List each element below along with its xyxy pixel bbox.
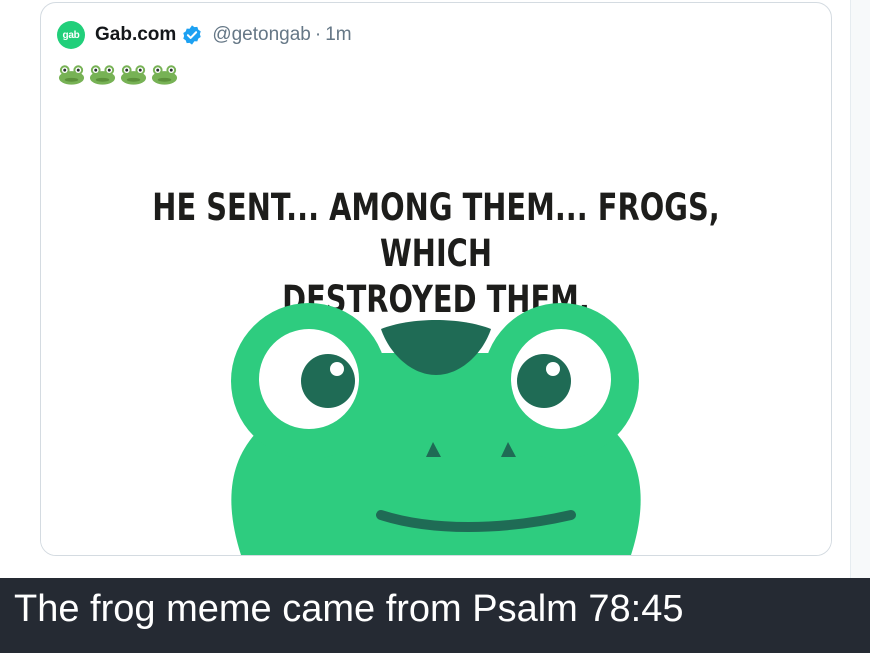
headline-line-1: HE SENT... AMONG THEM... FROGS, WHICH [152, 186, 720, 275]
display-name[interactable]: Gab.com [95, 24, 176, 46]
tweet-text-emojis [57, 63, 179, 85]
verified-badge-icon [183, 25, 202, 45]
user-handle[interactable]: @getongab [212, 24, 311, 46]
frog-emoji-icon [89, 65, 116, 85]
tweet-header: gab Gab.com @getongab · 1m [57, 21, 352, 49]
frog-emoji-icon [120, 65, 147, 85]
frog-emoji-icon [151, 65, 178, 85]
caption-bar: The frog meme came from Psalm 78:45 [0, 578, 870, 653]
tweet-card[interactable]: gab Gab.com @getongab · 1m HE SENT... AM… [40, 2, 832, 556]
frog-emoji-icon [58, 65, 85, 85]
frog-face-illustration [231, 303, 641, 555]
caption-text: The frog meme came from Psalm 78:45 [14, 588, 684, 630]
tweet-image[interactable]: HE SENT... AMONG THEM... FROGS, WHICH DE… [41, 103, 831, 555]
page-edge [850, 0, 870, 578]
gab-logo-avatar[interactable]: gab [57, 21, 85, 49]
separator-dot: · [314, 24, 322, 45]
tweet-timestamp[interactable]: 1m [325, 24, 351, 46]
screenshot-area: gab Gab.com @getongab · 1m HE SENT... AM… [0, 0, 870, 578]
